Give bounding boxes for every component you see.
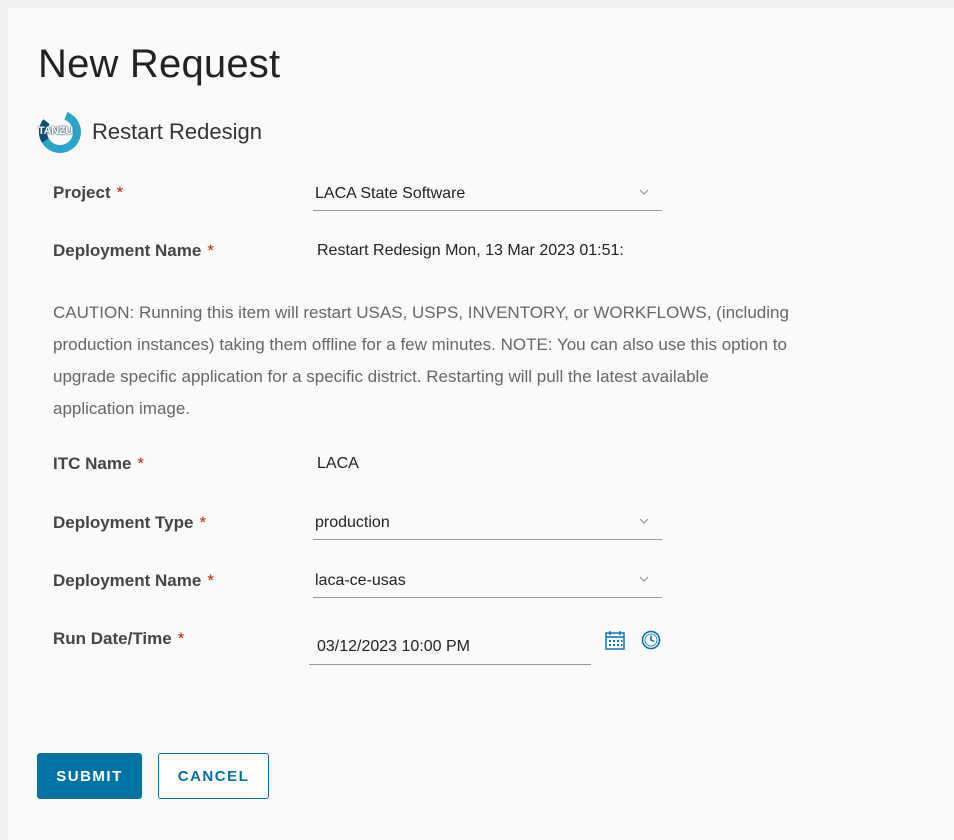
chevron-down-icon: [640, 189, 648, 195]
caution-text: CAUTION: Running this item will restart …: [53, 303, 789, 418]
submit-button[interactable]: SUBMIT: [37, 753, 142, 799]
itc-name-value: LACA: [317, 455, 359, 472]
project-label-text: Project: [53, 183, 111, 202]
run-datetime-label-text: Run Date/Time: [53, 629, 172, 648]
required-marker: *: [207, 241, 214, 260]
run-datetime-value: 03/12/2023 10:00 PM: [317, 638, 471, 655]
deployment-name-label: Deployment Name *: [53, 241, 214, 261]
project-select[interactable]: LACA State Software: [313, 180, 662, 211]
project-select-value: LACA State Software: [315, 185, 466, 202]
calendar-icon[interactable]: [604, 629, 626, 651]
required-marker: *: [116, 183, 124, 202]
page-title: New Request: [38, 42, 281, 86]
itc-name-label: ITC Name *: [53, 454, 144, 474]
required-marker: *: [177, 629, 185, 648]
deployment-type-select-value: production: [315, 514, 390, 531]
deployment-name-select-label-text: Deployment Name: [53, 571, 202, 590]
itc-name-label-text: ITC Name: [53, 454, 132, 473]
deployment-type-select[interactable]: production: [313, 509, 662, 540]
deployment-name-input[interactable]: Restart Redesign Mon, 13 Mar 2023 01:51:: [317, 242, 624, 260]
deployment-name-select-label: Deployment Name *: [53, 571, 214, 591]
required-marker: *: [137, 454, 145, 473]
cancel-button[interactable]: CANCEL: [158, 753, 269, 799]
tanzu-logo: TANZU: [38, 108, 82, 156]
project-label: Project *: [53, 183, 123, 203]
chevron-down-icon: [640, 518, 648, 524]
deployment-type-label-text: Deployment Type: [53, 513, 194, 532]
clock-icon[interactable]: [640, 629, 662, 651]
catalog-item-name: Restart Redesign: [92, 119, 262, 144]
catalog-item-header: TANZU Restart Redesign: [38, 108, 262, 156]
deployment-name-label-text: Deployment Name: [53, 241, 202, 260]
chevron-down-icon: [640, 576, 648, 582]
deployment-name-select[interactable]: laca-ce-usas: [313, 567, 662, 598]
run-datetime-input[interactable]: 03/12/2023 10:00 PM: [309, 633, 591, 665]
required-marker: *: [207, 571, 214, 590]
request-form-page: New Request TANZU Restart Redesign Proje…: [8, 8, 954, 840]
logo-text: TANZU: [38, 125, 73, 137]
deployment-name-select-value: laca-ce-usas: [315, 572, 406, 589]
required-marker: *: [199, 513, 207, 532]
run-datetime-label: Run Date/Time *: [53, 629, 184, 649]
deployment-type-label: Deployment Type *: [53, 513, 206, 533]
